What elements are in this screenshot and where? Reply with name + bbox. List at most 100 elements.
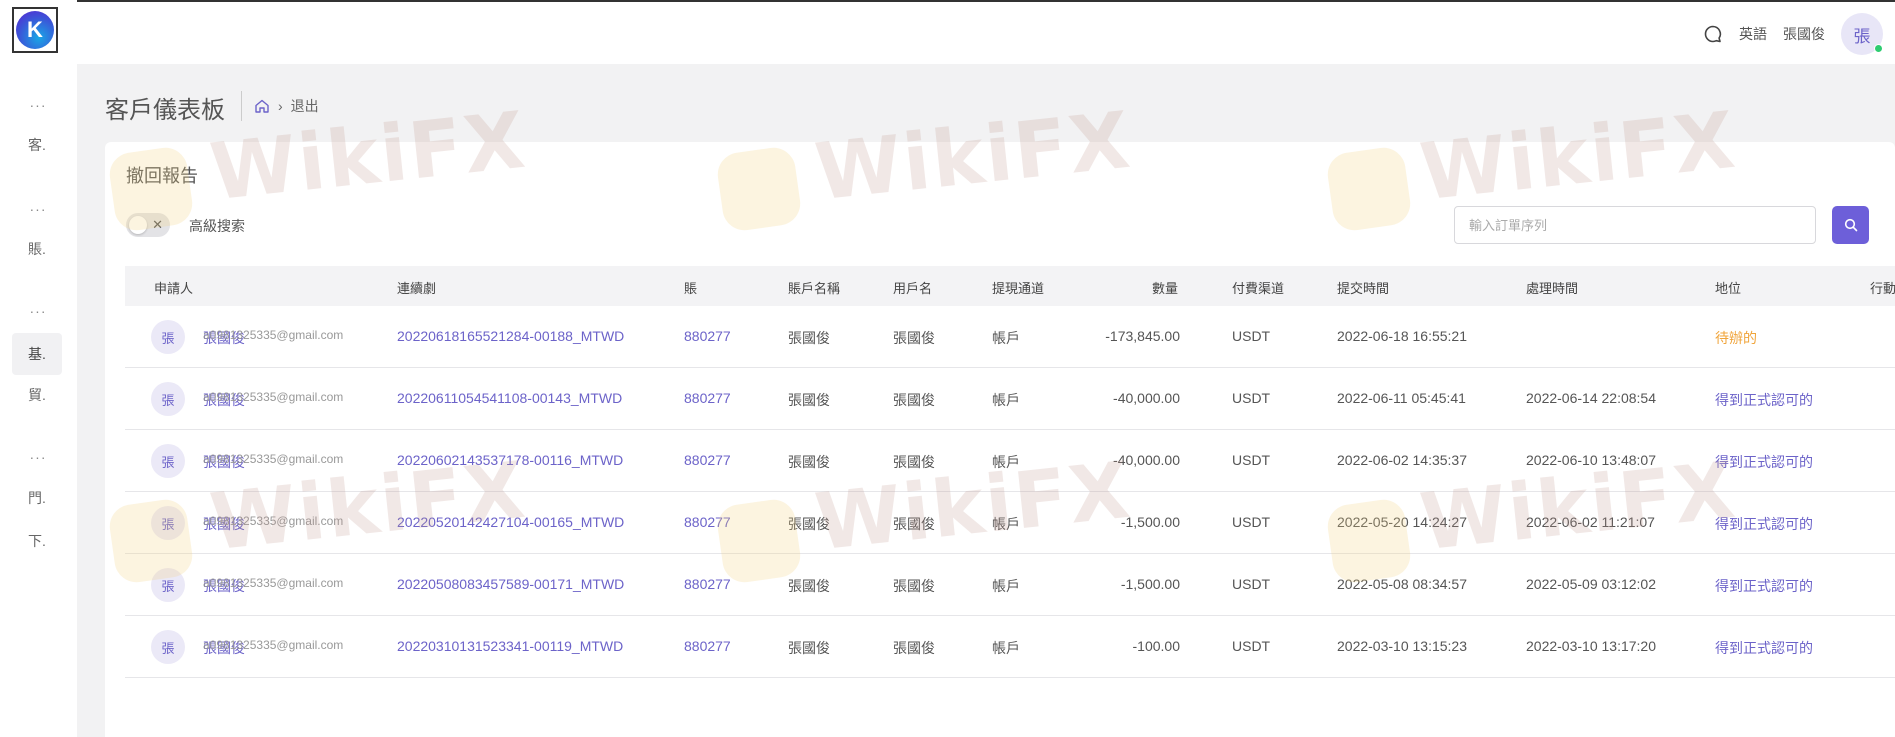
- pay-channel: USDT: [1232, 576, 1271, 592]
- submitted-time: 2022-06-18 16:55:21: [1337, 328, 1467, 344]
- serial-link[interactable]: 20220520142427104-00165_MTWD: [397, 514, 624, 530]
- breadcrumb: › 退出: [254, 96, 319, 116]
- serial-link[interactable]: 20220611054541108-00143_MTWD: [397, 390, 622, 406]
- chat-icon[interactable]: [1703, 24, 1723, 44]
- avatar: 張: [151, 506, 185, 540]
- account-link[interactable]: 880277: [684, 452, 731, 468]
- username: 張國俊: [893, 454, 935, 470]
- account-name: 張國俊: [788, 392, 830, 408]
- account-link[interactable]: 880277: [684, 328, 731, 344]
- column-header-account: 賬: [684, 281, 698, 296]
- withdraw-channel: 帳戶: [992, 392, 1020, 408]
- status-badge: 得到正式認可的: [1715, 454, 1813, 470]
- amount: -40,000.00: [1113, 452, 1180, 468]
- withdraw-channel: 帳戶: [992, 578, 1020, 594]
- user-avatar[interactable]: 張: [1841, 13, 1883, 55]
- withdraw-channel: 帳戶: [992, 640, 1020, 656]
- submitted-time: 2022-06-02 14:35:37: [1337, 452, 1467, 468]
- account-link[interactable]: 880277: [684, 576, 731, 592]
- title-divider: [241, 91, 242, 121]
- username: 張國俊: [893, 640, 935, 656]
- serial-link[interactable]: 20220508083457589-00171_MTWD: [397, 576, 624, 592]
- processed-time: 2022-06-10 13:48:07: [1526, 452, 1656, 468]
- status-badge: 得到正式認可的: [1715, 578, 1813, 594]
- more-dots-icon: ···: [29, 303, 47, 319]
- pay-channel: USDT: [1232, 390, 1271, 406]
- advanced-search-toggle[interactable]: ✕: [126, 213, 170, 237]
- withdraw-channel: 帳戶: [992, 454, 1020, 470]
- table-row: 張 張國俊 a0981325335@gmail.com 202206110545…: [125, 368, 1895, 430]
- pay-channel: USDT: [1232, 638, 1271, 654]
- account-link[interactable]: 880277: [684, 514, 731, 530]
- pay-channel: USDT: [1232, 514, 1271, 530]
- sidebar-item-account[interactable]: 賬.: [12, 228, 62, 270]
- page-title: 客戶儀表板: [105, 97, 225, 124]
- table-row: 張 張國俊 a0981325335@gmail.com 202205080834…: [125, 554, 1895, 616]
- home-icon[interactable]: [254, 98, 270, 114]
- applicant-email: a0981325335@gmail.com: [203, 576, 344, 590]
- language-selector[interactable]: 英語: [1739, 24, 1767, 44]
- applicant-email: a0981325335@gmail.com: [203, 638, 344, 652]
- applicant-email: a0981325335@gmail.com: [203, 390, 344, 404]
- pay-channel: USDT: [1232, 452, 1271, 468]
- sidebar-item-customer[interactable]: 客.: [12, 124, 62, 166]
- avatar-initial: 張: [1853, 26, 1871, 46]
- account-name: 張國俊: [788, 578, 830, 594]
- table-row: 張 張國俊 a0981325335@gmail.com 202203101315…: [125, 616, 1895, 678]
- advanced-search-label: 高級搜索: [189, 218, 245, 234]
- column-header-account-name: 賬戶名稱: [788, 281, 841, 296]
- column-header-applicant: 申請人: [154, 281, 194, 296]
- breadcrumb-separator-icon: ›: [278, 98, 283, 114]
- avatar: 張: [151, 320, 185, 354]
- avatar: 張: [151, 630, 185, 664]
- search-button[interactable]: [1832, 206, 1869, 244]
- column-header-withdraw-channel: 提現通道: [992, 281, 1045, 296]
- sidebar-item-download[interactable]: 下.: [12, 520, 62, 562]
- account-name: 張國俊: [788, 454, 830, 470]
- processed-time: 2022-05-09 03:12:02: [1526, 576, 1656, 592]
- toggle-knob: [129, 216, 147, 234]
- processed-time: 2022-06-02 11:21:07: [1526, 514, 1655, 530]
- serial-link[interactable]: 20220602143537178-00116_MTWD: [397, 452, 623, 468]
- column-header-serial: 連續劇: [397, 281, 437, 296]
- table-row: 張 張國俊 a0981325335@gmail.com 202206181655…: [125, 306, 1895, 368]
- more-dots-icon: ···: [29, 97, 47, 113]
- withdrawal-report-card: 撤回報告 ✕ 高級搜索 申請人 連續劇 賬 賬戶名稱 用戶名 提現通道 數量 付…: [105, 142, 1895, 737]
- sidebar-item-portal[interactable]: 門.: [12, 477, 62, 519]
- table-row: 張 張國俊 a0981325335@gmail.com 202206021435…: [125, 430, 1895, 492]
- amount: -1,500.00: [1120, 576, 1180, 592]
- account-link[interactable]: 880277: [684, 390, 731, 406]
- serial-link[interactable]: 20220310131523341-00119_MTWD: [397, 638, 623, 654]
- column-header-pay-channel: 付費渠道: [1232, 281, 1285, 296]
- app-logo[interactable]: K: [12, 7, 58, 53]
- status-badge: 待辦的: [1715, 330, 1757, 346]
- sidebar-item-basic[interactable]: 基.: [12, 333, 62, 375]
- column-header-processed: 處理時間: [1526, 281, 1579, 296]
- serial-link[interactable]: 20220618165521284-00188_MTWD: [397, 328, 624, 344]
- withdraw-channel: 帳戶: [992, 516, 1020, 532]
- column-header-status: 地位: [1715, 281, 1742, 296]
- order-serial-search-input[interactable]: [1454, 206, 1816, 244]
- username: 張國俊: [893, 330, 935, 346]
- more-dots-icon: ···: [29, 201, 47, 217]
- submitted-time: 2022-03-10 13:15:23: [1337, 638, 1467, 654]
- amount: -173,845.00: [1105, 328, 1180, 344]
- table-row: 張 張國俊 a0981325335@gmail.com 202205201424…: [125, 492, 1895, 554]
- table-header: 申請人 連續劇 賬 賬戶名稱 用戶名 提現通道 數量 付費渠道 提交時間 處理時…: [125, 266, 1895, 306]
- account-link[interactable]: 880277: [684, 638, 731, 654]
- user-name[interactable]: 張國俊: [1783, 24, 1825, 44]
- avatar: 張: [151, 444, 185, 478]
- username: 張國俊: [893, 392, 935, 408]
- column-header-amount: 數量: [1152, 281, 1179, 296]
- top-bar: 英語 張國俊 張: [77, 0, 1895, 64]
- column-header-submitted: 提交時間: [1337, 281, 1390, 296]
- close-icon: ✕: [152, 217, 163, 232]
- account-name: 張國俊: [788, 640, 830, 656]
- sidebar-item-trade[interactable]: 貿.: [12, 374, 62, 416]
- breadcrumb-current: 退出: [290, 98, 319, 114]
- online-status-dot: [1874, 44, 1883, 53]
- account-name: 張國俊: [788, 330, 830, 346]
- processed-time: 2022-03-10 13:17:20: [1526, 638, 1656, 654]
- applicant-email: a0981325335@gmail.com: [203, 514, 344, 528]
- amount: -40,000.00: [1113, 390, 1180, 406]
